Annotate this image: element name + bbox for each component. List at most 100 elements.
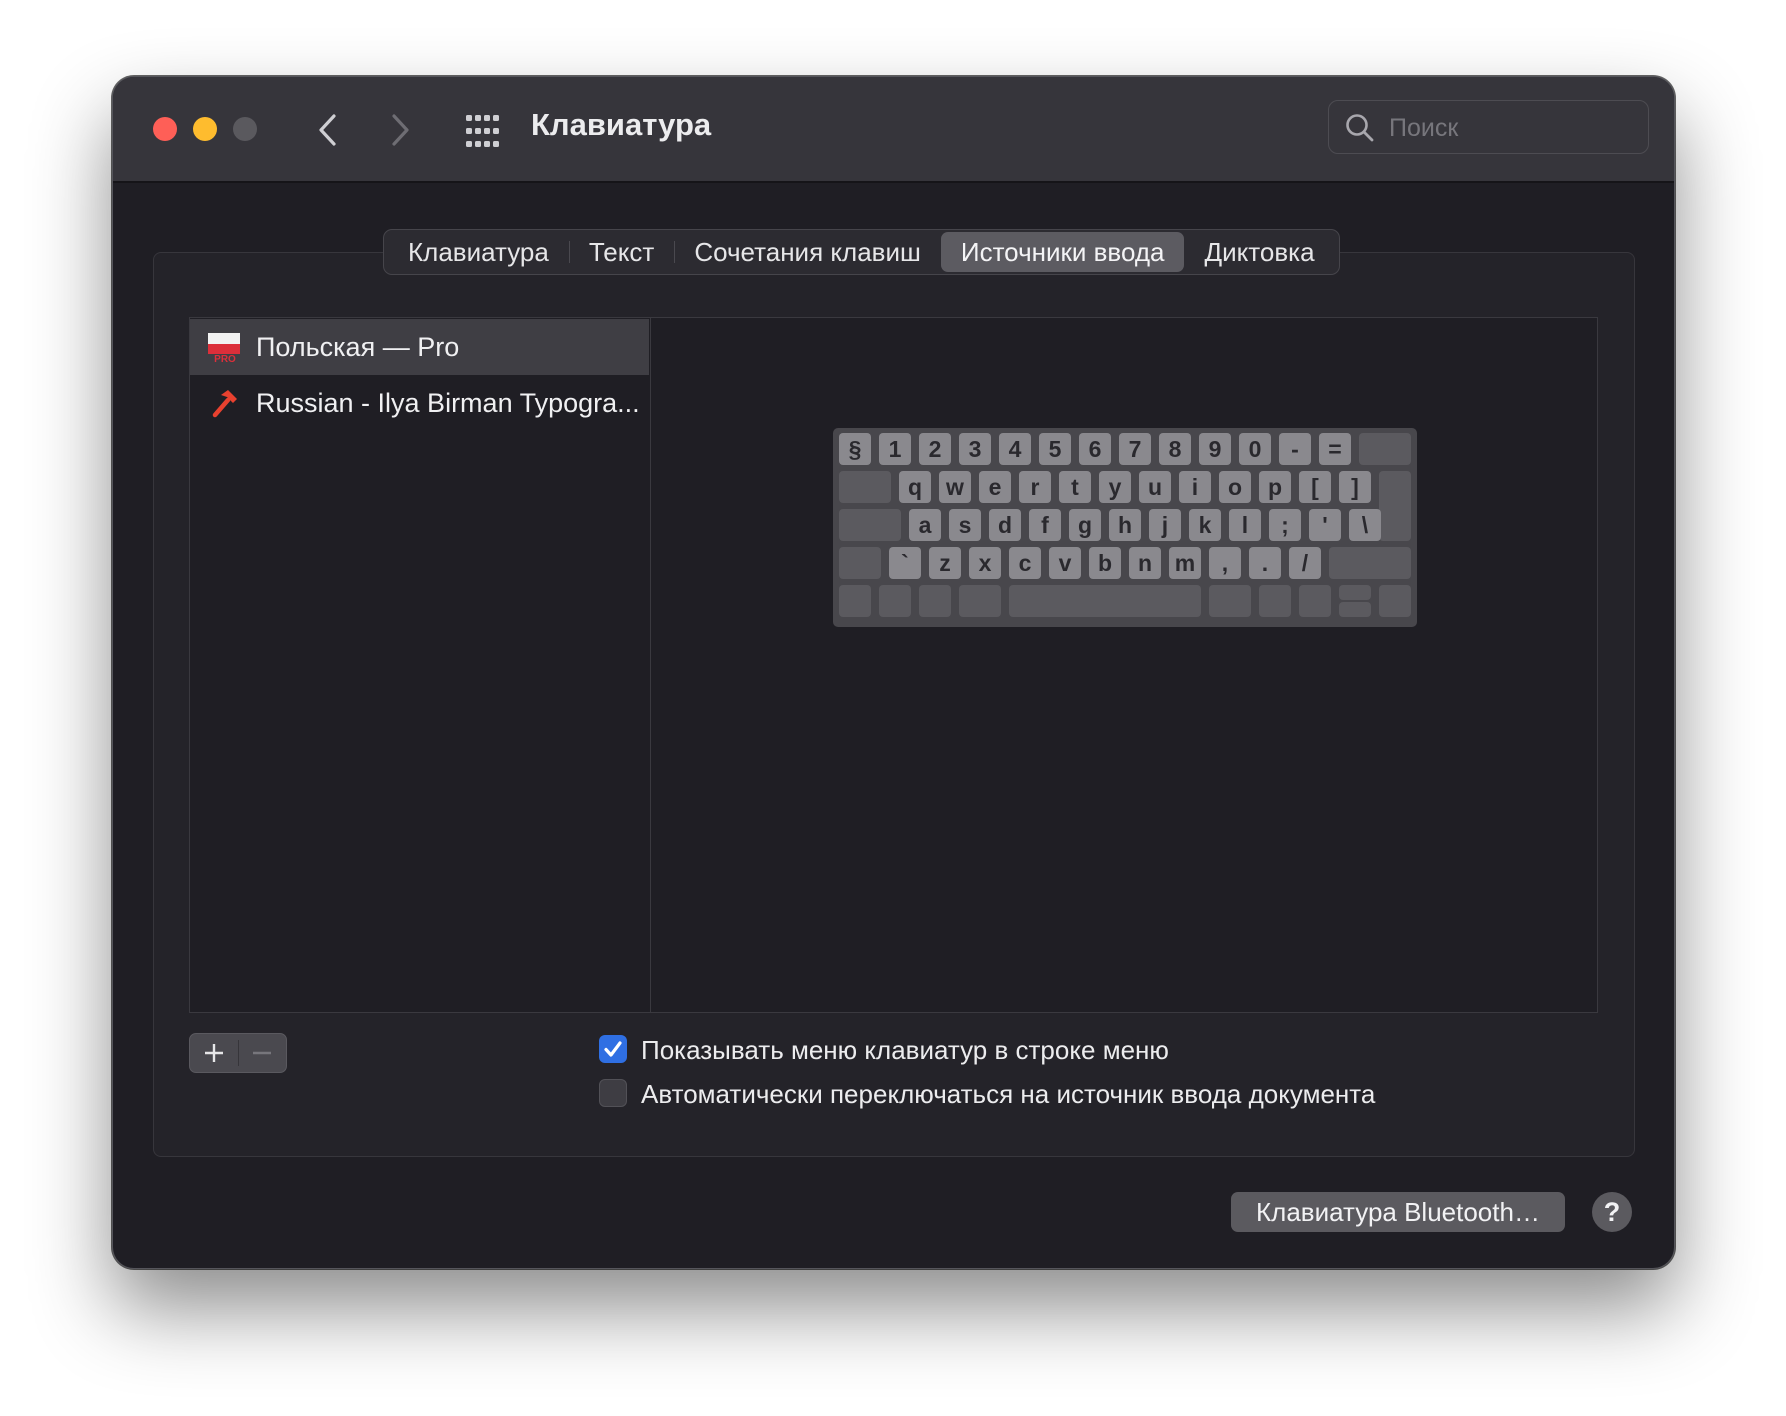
- key-return: [1379, 471, 1411, 541]
- key: w: [939, 471, 971, 503]
- key: 6: [1079, 433, 1111, 465]
- minimize-button[interactable]: [193, 117, 217, 141]
- key: b: [1089, 547, 1121, 579]
- key: a: [909, 509, 941, 541]
- key: /: [1289, 547, 1321, 579]
- chevron-right-icon: [392, 114, 409, 146]
- tab-text[interactable]: Текст: [569, 232, 676, 272]
- list-item-polish-pro[interactable]: PRO Польская — Pro: [190, 319, 649, 375]
- key: z: [929, 547, 961, 579]
- show-all-grid-icon[interactable]: [463, 111, 503, 151]
- key: r: [1019, 471, 1051, 503]
- add-source-button[interactable]: [190, 1034, 238, 1072]
- key: ': [1309, 509, 1341, 541]
- key-space: [1009, 585, 1201, 617]
- key: f: [1029, 509, 1061, 541]
- key-command-right: [1209, 585, 1251, 617]
- list-item-russian-birman[interactable]: Russian - Ilya Birman Typogra...: [190, 375, 649, 431]
- layout-preview-pane: [650, 317, 1598, 1013]
- tab-dictation[interactable]: Диктовка: [1184, 232, 1334, 272]
- key-arrow-up: [1339, 585, 1371, 600]
- key: t: [1059, 471, 1091, 503]
- key: =: [1319, 433, 1351, 465]
- input-sources-list: PRO Польская — Pro Russian - Ilya Birman…: [189, 317, 651, 1013]
- key: k: [1189, 509, 1221, 541]
- close-button[interactable]: [153, 117, 177, 141]
- key: 2: [919, 433, 951, 465]
- tab-keyboard[interactable]: Клавиатура: [388, 232, 570, 272]
- window-title: Клавиатура: [531, 107, 712, 142]
- key: c: [1009, 547, 1041, 579]
- key-control: [879, 585, 911, 617]
- key: `: [889, 547, 921, 579]
- key: j: [1149, 509, 1181, 541]
- key: m: [1169, 547, 1201, 579]
- key: 0: [1239, 433, 1271, 465]
- key-arrow-right: [1379, 585, 1411, 617]
- key: e: [979, 471, 1011, 503]
- key: -: [1279, 433, 1311, 465]
- key: u: [1139, 471, 1171, 503]
- key: 1: [879, 433, 911, 465]
- preferences-window: Клавиатура Клавиатура Текст Сочетания кл…: [112, 76, 1675, 1269]
- polish-flag-icon: PRO: [208, 333, 240, 365]
- key-left-shift: [839, 547, 881, 579]
- list-item-label: Польская — Pro: [256, 332, 460, 362]
- key: ]: [1339, 471, 1371, 503]
- auto-switch-checkbox[interactable]: [599, 1079, 627, 1107]
- key: n: [1129, 547, 1161, 579]
- key: o: [1219, 471, 1251, 503]
- zoom-button[interactable]: [233, 117, 257, 141]
- key-delete: [1359, 433, 1411, 465]
- key: 7: [1119, 433, 1151, 465]
- search-field[interactable]: [1328, 100, 1649, 154]
- key-arrow-down: [1339, 602, 1371, 617]
- key: q: [899, 471, 931, 503]
- key: 9: [1199, 433, 1231, 465]
- key: x: [969, 547, 1001, 579]
- bluetooth-keyboard-button[interactable]: Клавиатура Bluetooth…: [1231, 1192, 1565, 1232]
- key-fn: [839, 585, 871, 617]
- keyboard-layout-preview: § 1 2 3 4 5 6 7 8 9 0 - = q w e r t y u …: [833, 428, 1417, 627]
- key: g: [1069, 509, 1101, 541]
- chevron-left-icon: [319, 114, 336, 146]
- add-remove-control: [189, 1033, 287, 1073]
- key: s: [949, 509, 981, 541]
- search-input[interactable]: [1387, 109, 1641, 147]
- key: 3: [959, 433, 991, 465]
- key-arrow-left: [1299, 585, 1331, 617]
- key: 4: [999, 433, 1031, 465]
- key: \: [1349, 509, 1381, 541]
- hammer-icon: [212, 390, 237, 418]
- tab-bar: Клавиатура Текст Сочетания клавиш Источн…: [383, 229, 1340, 275]
- key-tab: [839, 471, 891, 503]
- remove-source-button[interactable]: [238, 1034, 286, 1072]
- checkmark-icon: [604, 1041, 622, 1057]
- key: [: [1299, 471, 1331, 503]
- tab-shortcuts[interactable]: Сочетания клавиш: [674, 232, 941, 272]
- key: ,: [1209, 547, 1241, 579]
- key: 5: [1039, 433, 1071, 465]
- auto-switch-label: Автоматически переключаться на источник …: [641, 1079, 1376, 1109]
- key-option: [919, 585, 951, 617]
- plus-icon: [205, 1044, 223, 1062]
- key-option-right: [1259, 585, 1291, 617]
- key: i: [1179, 471, 1211, 503]
- list-item-label: Russian - Ilya Birman Typogra...: [256, 388, 640, 418]
- key: .: [1249, 547, 1281, 579]
- tab-input-sources[interactable]: Источники ввода: [940, 232, 1185, 272]
- forward-button[interactable]: [375, 105, 425, 155]
- show-menu-label: Показывать меню клавиатур в строке меню: [641, 1035, 1169, 1065]
- back-button[interactable]: [303, 105, 353, 155]
- key: l: [1229, 509, 1261, 541]
- key: d: [989, 509, 1021, 541]
- key: 8: [1159, 433, 1191, 465]
- key: h: [1109, 509, 1141, 541]
- key: §: [839, 433, 871, 465]
- title-bar: Клавиатура: [113, 77, 1674, 183]
- flag-badge: PRO: [214, 354, 236, 365]
- key-command: [959, 585, 1001, 617]
- help-button[interactable]: ?: [1592, 1192, 1632, 1232]
- minus-icon: [253, 1051, 271, 1055]
- show-menu-checkbox[interactable]: [599, 1035, 627, 1063]
